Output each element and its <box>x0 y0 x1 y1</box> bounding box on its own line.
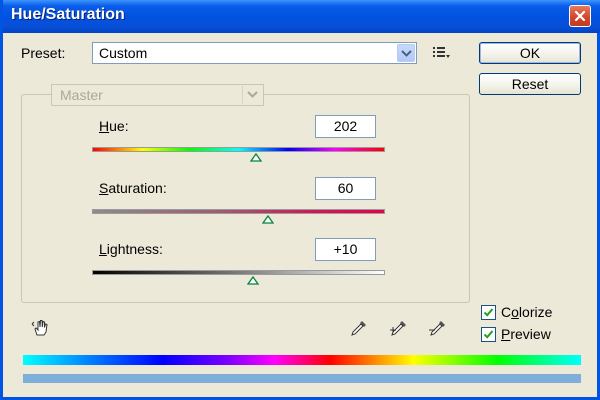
hue-saturation-dialog: Hue/Saturation Preset: Custom OK Reset M… <box>0 0 600 400</box>
preset-value: Custom <box>99 45 148 61</box>
window-title: Hue/Saturation <box>11 6 125 23</box>
edit-channel-dropdown[interactable]: Master <box>51 84 264 106</box>
checkmark-icon <box>483 330 494 339</box>
saturation-slider-track[interactable] <box>92 209 385 214</box>
hue-input[interactable]: 202 <box>315 115 376 138</box>
chevron-down-icon <box>247 91 258 98</box>
lightness-input[interactable]: +10 <box>315 238 376 261</box>
list-menu-icon[interactable] <box>433 46 451 60</box>
hand-adjust-icon[interactable] <box>31 318 51 338</box>
preview-checkbox[interactable] <box>481 327 496 342</box>
eyedropper-subtract-icon[interactable] <box>428 318 448 338</box>
saturation-label: Saturation: <box>99 180 167 196</box>
colorize-label: Colorize <box>501 304 553 320</box>
output-color-bar <box>23 374 581 383</box>
ok-button[interactable]: OK <box>479 42 581 64</box>
title-bar[interactable]: Hue/Saturation <box>3 0 600 33</box>
reset-button[interactable]: Reset <box>479 73 581 95</box>
preset-label: Preset: <box>21 45 66 61</box>
hue-slider-track[interactable] <box>92 147 385 152</box>
edit-channel-dropdown-button[interactable] <box>242 86 262 104</box>
edit-channel-value: Master <box>60 87 103 103</box>
preset-dropdown[interactable]: Custom <box>92 42 417 64</box>
input-color-bar <box>23 355 581 365</box>
close-icon <box>574 10 586 22</box>
checkmark-icon <box>483 308 494 317</box>
eyedropper-add-icon[interactable] <box>389 318 409 338</box>
saturation-slider-thumb[interactable] <box>262 215 274 224</box>
lightness-label: Lightness: <box>99 241 163 257</box>
colorize-checkbox[interactable] <box>481 305 496 320</box>
close-button[interactable] <box>569 5 591 27</box>
hue-slider-thumb[interactable] <box>250 153 262 162</box>
lightness-slider-track[interactable] <box>92 270 385 275</box>
chevron-down-icon <box>401 50 412 57</box>
preset-dropdown-button[interactable] <box>397 44 415 62</box>
saturation-input[interactable]: 60 <box>315 177 376 200</box>
hue-label: Hue: <box>99 118 129 134</box>
lightness-slider-thumb[interactable] <box>247 276 259 285</box>
eyedropper-icon[interactable] <box>349 318 369 338</box>
preview-label: Preview <box>501 326 551 342</box>
